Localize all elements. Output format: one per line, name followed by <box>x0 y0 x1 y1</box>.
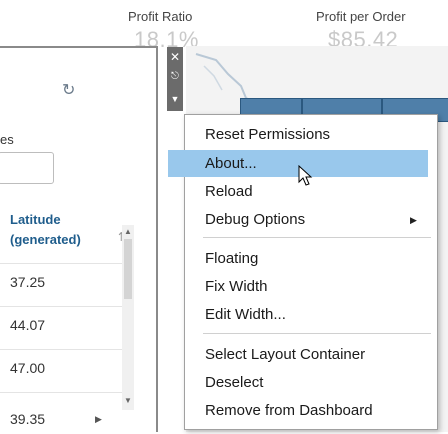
scroll-up-icon[interactable]: ▲ <box>124 227 132 236</box>
menu-item-select-layout-container[interactable]: Select Layout Container <box>185 341 437 368</box>
menu-item-label: Remove from Dashboard <box>205 402 373 419</box>
kpi-label-profit-per-order: Profit per Order <box>316 9 406 24</box>
latitude-cell: 47.00 <box>10 360 46 376</box>
menu-item-label: Reset Permissions <box>205 126 331 143</box>
menu-item-label: Floating <box>205 250 259 267</box>
scroll-right-icon[interactable]: ▶ <box>95 414 102 425</box>
latitude-cell: 44.07 <box>10 317 46 333</box>
column-header-line2: (generated) <box>10 232 81 247</box>
panel-divider <box>156 46 158 432</box>
scroll-down-icon[interactable]: ▼ <box>124 396 132 405</box>
menu-separator <box>203 333 431 334</box>
refresh-icon[interactable]: ↻ <box>62 80 75 100</box>
table-row[interactable]: 39.35 <box>0 392 122 433</box>
vertical-scrollbar[interactable]: ▲ ▼ <box>122 225 134 410</box>
table-row[interactable]: 44.07 <box>0 306 122 347</box>
menu-item-deselect[interactable]: Deselect <box>185 369 437 396</box>
floating-tool-strip: ✕ ⎋ ▼ <box>167 47 183 111</box>
mouse-cursor-icon <box>298 165 313 186</box>
panel-label: es <box>0 132 14 147</box>
menu-item-label: Fix Width <box>205 278 268 295</box>
latitude-cell: 37.25 <box>10 274 46 290</box>
chevron-down-icon[interactable]: ▼ <box>167 90 183 108</box>
menu-item-edit-width[interactable]: Edit Width... <box>185 301 437 328</box>
scroll-thumb[interactable] <box>124 239 132 299</box>
table-row[interactable]: 47.00 <box>0 349 122 390</box>
menu-item-label: About... <box>205 155 257 172</box>
latitude-cell: 39.35 <box>10 411 46 427</box>
context-menu: Reset Permissions About... Reload Debug … <box>168 114 438 430</box>
menu-separator <box>203 237 431 238</box>
close-icon[interactable]: ✕ <box>167 48 183 66</box>
menu-item-label: Select Layout Container <box>205 346 366 363</box>
menu-item-fix-width[interactable]: Fix Width <box>185 273 437 300</box>
left-panel: ↻ es Latitude (generated) ⇅ 37.25 44.07 … <box>0 46 158 434</box>
filter-input[interactable] <box>0 152 54 184</box>
menu-item-label: Debug Options <box>205 211 306 228</box>
table-row[interactable]: 37.25 <box>0 263 122 304</box>
menu-item-remove-from-dashboard[interactable]: Remove from Dashboard <box>185 397 437 424</box>
pin-icon[interactable]: ⎋ <box>167 68 183 86</box>
menu-item-floating[interactable]: Floating <box>185 245 437 272</box>
menu-item-reset-permissions[interactable]: Reset Permissions <box>185 121 437 148</box>
submenu-arrow-icon: ▶ <box>410 215 417 225</box>
kpi-label-profit-ratio: Profit Ratio <box>128 9 193 24</box>
menu-item-label: Deselect <box>205 374 264 391</box>
menu-item-label: Edit Width... <box>205 306 286 323</box>
kpi-strip: Profit Ratio 18.1% Profit per Order $85.… <box>0 0 448 52</box>
menu-item-debug-options[interactable]: Debug Options ▶ <box>185 206 437 233</box>
latitude-column-header[interactable]: Latitude (generated) <box>10 210 81 250</box>
menu-item-label: Reload <box>205 183 253 200</box>
column-header-line1: Latitude <box>10 212 61 227</box>
